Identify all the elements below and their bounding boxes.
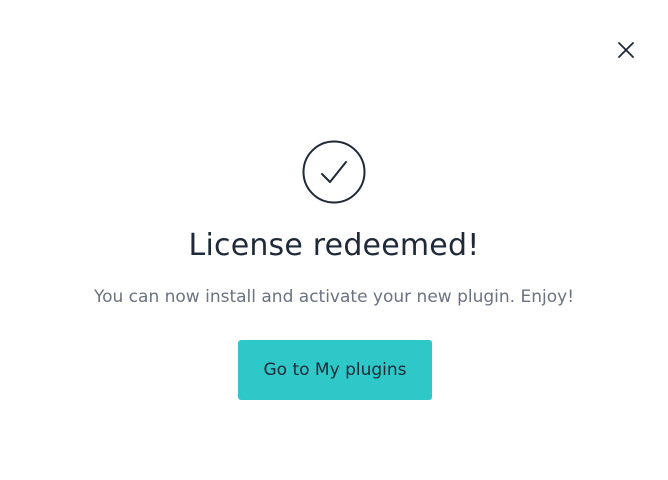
go-to-my-plugins-label: Go to My plugins — [263, 360, 407, 380]
license-redeemed-dialog: License redeemed! You can now install an… — [0, 0, 668, 480]
close-icon — [618, 42, 634, 58]
check-circle-icon — [302, 140, 366, 204]
go-to-my-plugins-button[interactable]: Go to My plugins — [238, 340, 432, 400]
close-button[interactable] — [612, 36, 640, 64]
dialog-title: License redeemed! — [188, 228, 480, 263]
dialog-message: You can now install and activate your ne… — [93, 287, 575, 307]
